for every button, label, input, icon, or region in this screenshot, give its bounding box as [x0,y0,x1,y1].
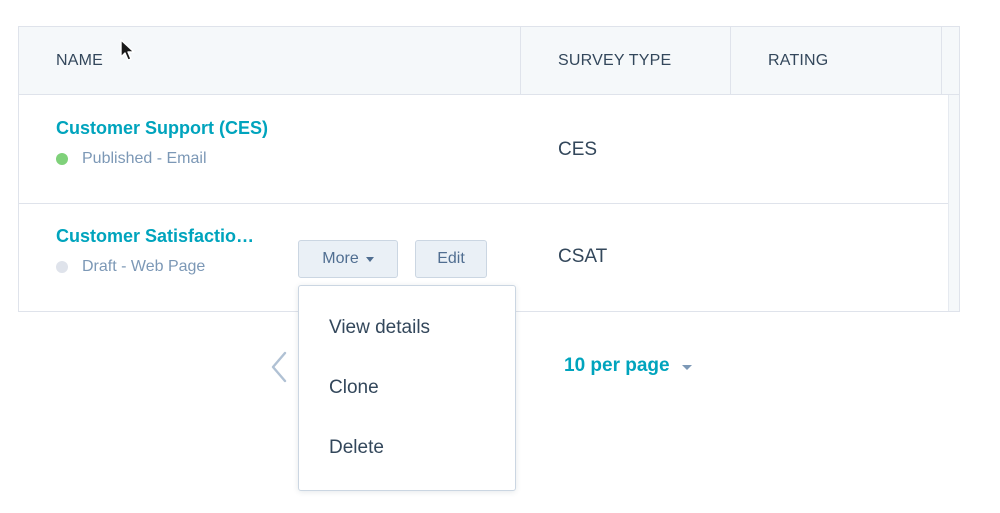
survey-type-cell: CSAT [558,246,608,267]
column-header-survey-type[interactable]: SURVEY TYPE [521,27,731,94]
status-dot-icon [56,153,68,165]
survey-type-cell: CES [558,139,598,160]
caret-down-icon [681,364,692,370]
surveys-table: NAME SURVEY TYPE RATING Customer Support… [18,26,960,312]
survey-list-page: NAME SURVEY TYPE RATING Customer Support… [0,0,1000,513]
table-scroll-edge [948,95,959,311]
caret-down-icon [365,256,374,262]
more-actions-menu: View details Clone Delete [298,285,516,491]
survey-name-link[interactable]: Customer Support (CES) [56,118,268,139]
previous-page-button[interactable] [268,351,290,383]
column-header-survey-type-label: SURVEY TYPE [558,51,672,69]
menu-item-delete[interactable]: Delete [329,437,384,459]
more-button-label: More [322,250,359,267]
survey-status: Draft - Web Page [56,258,205,276]
column-header-rating[interactable]: RATING [731,27,942,94]
column-header-name-label: NAME [56,51,104,69]
per-page-label: 10 per page [564,355,670,376]
column-header-name[interactable]: NAME [19,27,521,94]
table-header: NAME SURVEY TYPE RATING [19,27,959,95]
menu-item-view-details[interactable]: View details [329,317,430,339]
column-header-rating-label: RATING [768,51,829,69]
survey-status: Published - Email [56,150,207,168]
menu-item-clone[interactable]: Clone [329,377,379,399]
survey-name-link[interactable]: Customer Satisfactio… [56,226,254,247]
survey-status-label: Published - Email [82,150,207,167]
more-button[interactable]: More [298,240,398,278]
survey-status-label: Draft - Web Page [82,258,206,275]
table-row: Customer Support (CES) Published - Email… [19,95,950,204]
status-dot-icon [56,261,68,273]
chevron-left-icon [271,351,287,383]
mouse-cursor-icon [120,39,135,61]
edit-button-label: Edit [437,250,465,267]
column-header-overflow [942,27,960,94]
per-page-dropdown[interactable]: 10 per page [564,355,692,377]
edit-button[interactable]: Edit [415,240,487,278]
